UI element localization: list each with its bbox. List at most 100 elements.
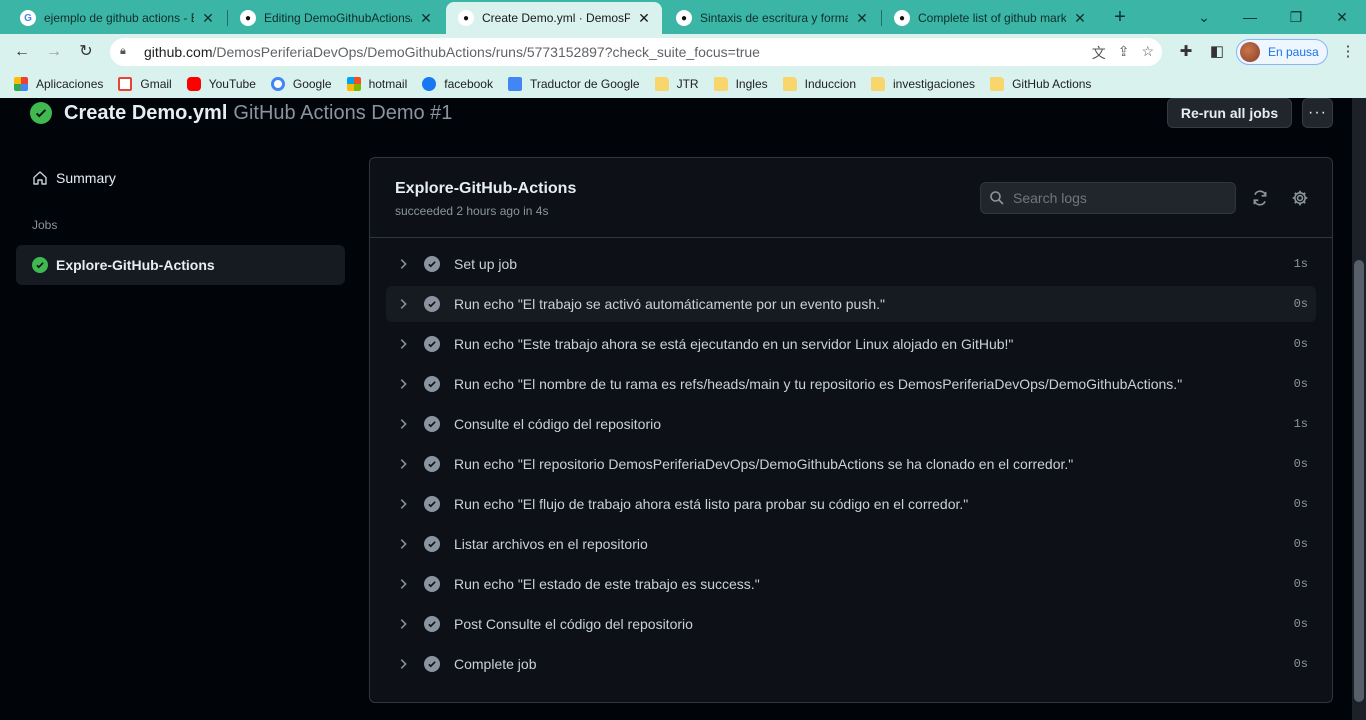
- step-name: Run echo "El flujo de trabajo ahora está…: [454, 496, 969, 512]
- address-bar[interactable]: 🔒︎ github.com/DemosPeriferiaDevOps/DemoG…: [110, 38, 1162, 66]
- bookmark-item[interactable]: hotmail: [346, 77, 408, 91]
- step-success-icon: [424, 256, 440, 272]
- bookmark-item[interactable]: Google: [270, 77, 332, 91]
- browser-menu-icon[interactable]: ⋮: [1338, 40, 1358, 64]
- browser-tabstrip: G ejemplo de github actions - B ✕ ● Edit…: [0, 0, 1366, 34]
- job-step[interactable]: Complete job 0s: [386, 646, 1316, 682]
- bookmark-item[interactable]: Aplicaciones: [14, 77, 103, 91]
- folder-icon: [990, 77, 1005, 91]
- bookmark-folder[interactable]: investigaciones: [871, 77, 975, 91]
- new-tab-button[interactable]: +: [1108, 5, 1132, 29]
- step-name: Run echo "El estado de este trabajo es s…: [454, 576, 760, 592]
- tab-label: Complete list of github mark: [918, 11, 1066, 25]
- bookmark-item[interactable]: facebook: [422, 77, 493, 91]
- job-step[interactable]: Consulte el código del repositorio 1s: [386, 406, 1316, 442]
- step-name: Run echo "El trabajo se activó automátic…: [454, 296, 885, 312]
- search-icon: [990, 191, 1004, 205]
- microsoft-icon: [346, 77, 361, 91]
- sidebar-summary-label: Summary: [56, 170, 116, 186]
- maximize-button[interactable]: ❐: [1282, 5, 1310, 29]
- step-duration: 0s: [1293, 657, 1308, 671]
- step-duration: 1s: [1293, 417, 1308, 431]
- page-scrollbar[interactable]: [1352, 98, 1366, 720]
- minimize-button[interactable]: —: [1236, 5, 1264, 29]
- step-name: Listar archivos en el repositorio: [454, 536, 648, 552]
- refresh-icon[interactable]: [1248, 186, 1272, 210]
- success-check-icon: [30, 102, 52, 124]
- tab-search-icon[interactable]: ⌄: [1190, 5, 1218, 29]
- bookmark-label: hotmail: [368, 77, 408, 91]
- search-logs[interactable]: [980, 182, 1236, 214]
- github-icon: ●: [458, 10, 474, 26]
- chevron-right-icon: [400, 339, 407, 349]
- share-icon[interactable]: ⇪: [1118, 43, 1130, 63]
- translate-icon: [507, 77, 522, 91]
- sidebar-item-job[interactable]: Explore-GitHub-Actions: [16, 245, 345, 285]
- gmail-icon: [118, 77, 133, 91]
- translate-icon[interactable]: 文: [1092, 43, 1106, 63]
- chevron-right-icon: [400, 379, 407, 389]
- step-duration: 0s: [1293, 337, 1308, 351]
- bookmark-item[interactable]: Gmail: [118, 77, 172, 91]
- side-panel-icon[interactable]: ◧: [1205, 40, 1229, 64]
- bookmark-folder[interactable]: JTR: [654, 77, 699, 91]
- browser-tab[interactable]: G ejemplo de github actions - B ✕: [8, 2, 226, 34]
- bookmark-folder[interactable]: Ingles: [713, 77, 768, 91]
- search-logs-input[interactable]: [1013, 190, 1233, 206]
- chevron-right-icon: [400, 459, 407, 469]
- browser-tab-active[interactable]: ● Create Demo.yml · DemosPer ✕: [446, 2, 662, 34]
- job-step[interactable]: Run echo "Este trabajo ahora se está eje…: [386, 326, 1316, 362]
- bookmark-item[interactable]: Traductor de Google: [507, 77, 640, 91]
- bookmark-folder[interactable]: GitHub Actions: [990, 77, 1091, 91]
- bookmark-label: Traductor de Google: [529, 77, 640, 91]
- profile-button[interactable]: En pausa: [1236, 39, 1328, 65]
- back-button[interactable]: ←: [10, 40, 34, 64]
- github-icon: ●: [894, 10, 910, 26]
- close-icon[interactable]: ✕: [1072, 10, 1088, 27]
- lock-icon: 🔒︎: [120, 45, 126, 57]
- forward-button[interactable]: →: [42, 40, 66, 64]
- url-path: /DemosPeriferiaDevOps/DemoGithubActions/…: [212, 44, 760, 60]
- job-step[interactable]: Set up job 1s: [386, 246, 1316, 282]
- job-log-header: Explore-GitHub-Actions succeeded 2 hours…: [370, 158, 1332, 238]
- bookmark-star-icon[interactable]: ☆: [1141, 43, 1154, 63]
- chevron-right-icon: [400, 419, 407, 429]
- folder-icon: [713, 77, 728, 91]
- job-step[interactable]: Listar archivos en el repositorio 0s: [386, 526, 1316, 562]
- close-icon[interactable]: ✕: [200, 10, 216, 27]
- close-icon[interactable]: ✕: [636, 10, 652, 27]
- close-icon[interactable]: ✕: [418, 10, 434, 27]
- browser-tab[interactable]: ● Sintaxis de escritura y formato ✕: [664, 2, 880, 34]
- step-success-icon: [424, 456, 440, 472]
- rerun-all-jobs-button[interactable]: Re-run all jobs: [1167, 98, 1292, 128]
- reload-button[interactable]: ↻: [74, 40, 98, 64]
- browser-tab[interactable]: ● Editing DemoGithubActions/R ✕: [228, 2, 444, 34]
- home-icon: [33, 171, 47, 185]
- bookmark-folder[interactable]: Induccion: [782, 77, 856, 91]
- close-window-button[interactable]: ✕: [1328, 5, 1356, 29]
- chevron-right-icon: [400, 499, 407, 509]
- step-name: Complete job: [454, 656, 537, 672]
- chevron-right-icon: [400, 299, 407, 309]
- job-step[interactable]: Run echo "El repositorio DemosPeriferiaD…: [386, 446, 1316, 482]
- job-step[interactable]: Run echo "El trabajo se activó automátic…: [386, 286, 1316, 322]
- job-step[interactable]: Post Consulte el código del repositorio …: [386, 606, 1316, 642]
- scrollbar-thumb[interactable]: [1354, 260, 1364, 702]
- step-success-icon: [424, 616, 440, 632]
- bookmark-item[interactable]: YouTube: [186, 77, 256, 91]
- gear-icon[interactable]: [1288, 186, 1312, 210]
- job-step[interactable]: Run echo "El flujo de trabajo ahora está…: [386, 486, 1316, 522]
- extensions-icon[interactable]: ✚: [1174, 40, 1198, 64]
- close-icon[interactable]: ✕: [854, 10, 870, 27]
- more-options-button[interactable]: ···: [1302, 98, 1333, 128]
- job-step[interactable]: Run echo "El nombre de tu rama es refs/h…: [386, 366, 1316, 402]
- github-icon: ●: [676, 10, 692, 26]
- browser-tab[interactable]: ● Complete list of github mark ✕: [882, 2, 1098, 34]
- job-step[interactable]: Run echo "El estado de este trabajo es s…: [386, 566, 1316, 602]
- chevron-right-icon: [400, 259, 407, 269]
- github-icon: ●: [240, 10, 256, 26]
- run-header: Create Demo.yml GitHub Actions Demo #1: [30, 98, 452, 128]
- bookmark-label: YouTube: [208, 77, 256, 91]
- step-duration: 0s: [1293, 537, 1308, 551]
- sidebar-item-summary[interactable]: Summary: [16, 162, 345, 194]
